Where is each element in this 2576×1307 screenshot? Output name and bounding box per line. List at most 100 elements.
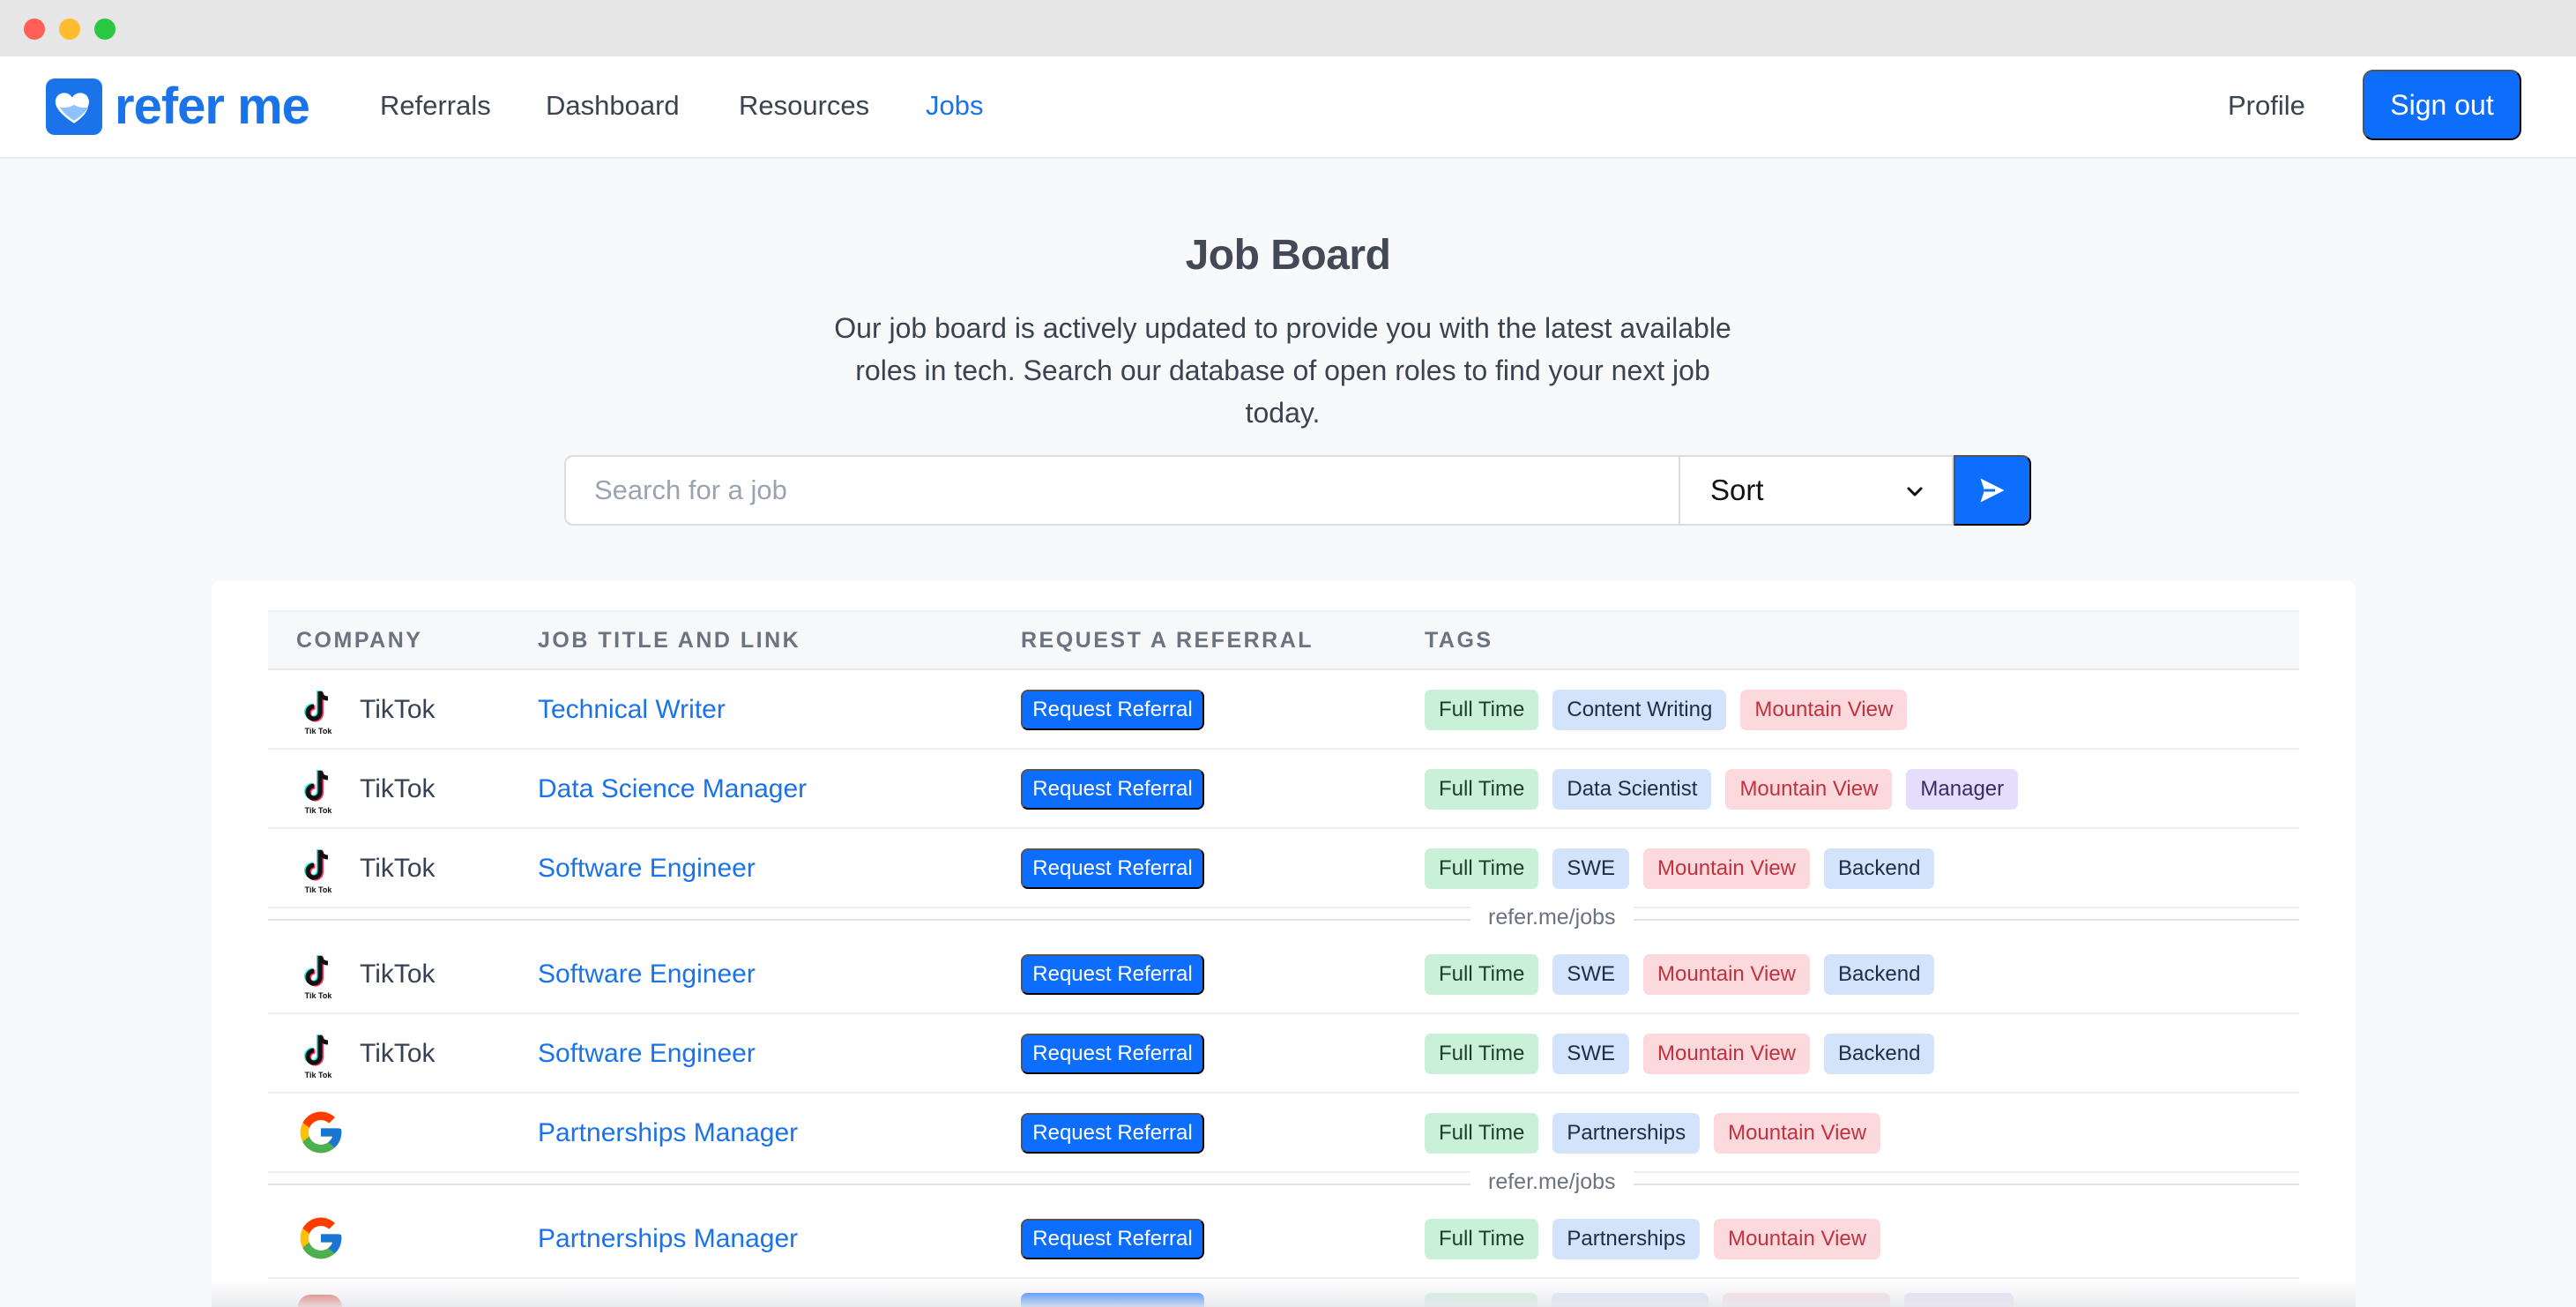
close-window-button[interactable] — [24, 19, 45, 40]
tag-list: Full Time SWE Mountain View Backend — [1425, 1034, 1935, 1074]
tiktok-logo-icon: Tik Tok — [296, 1032, 340, 1079]
tag-list: Full Time SWE Mountain View Backend — [1425, 848, 1935, 889]
job-tag: Partnerships — [1552, 1113, 1701, 1154]
divider-label: refer.me/jobs — [1470, 1169, 1634, 1195]
tag-list: Full Time Data Scientist Mountain View Mana… — [1425, 769, 2019, 810]
job-tag: Full Time — [1425, 1219, 1539, 1259]
job-title-link[interactable]: Software Engineer — [538, 960, 756, 990]
chevron-down-icon — [1907, 487, 1923, 497]
job-tag: Full Time — [1425, 690, 1539, 730]
tag-list: Full Time SWE Mountain View Backend — [1425, 954, 1935, 995]
job-tag: Mountain View — [1643, 1034, 1811, 1074]
company-name: TikTok — [360, 774, 436, 803]
tiktok-logo-icon: Tik Tok — [296, 767, 340, 815]
request-referral-button[interactable]: Request Referral — [1021, 1113, 1204, 1154]
job-tag: SWE — [1552, 1034, 1630, 1074]
job-tag: SWE — [1552, 954, 1630, 995]
sort-select[interactable]: Sort — [1679, 455, 1954, 526]
sort-select-label: Sort — [1710, 474, 1764, 506]
nav-link-resources[interactable]: Resources — [739, 86, 869, 125]
job-search-input[interactable] — [564, 455, 1679, 526]
page-title: Job Board — [1185, 232, 1391, 279]
svg-text:Tik Tok: Tik Tok — [305, 885, 333, 894]
job-tag: SWE — [1552, 848, 1630, 889]
nav-link-jobs[interactable]: Jobs — [926, 86, 983, 125]
nav-link-referrals[interactable]: Referrals — [380, 86, 491, 125]
company-name: TikTok — [360, 960, 436, 989]
job-tag: Full Time — [1425, 954, 1539, 995]
job-tag: Mountain View — [1643, 848, 1811, 889]
job-tag: Mountain View — [1714, 1219, 1881, 1259]
table-row: Tik Tok TikTok Software Engineer Request Re… — [268, 1014, 2299, 1094]
job-tag: Mountain View — [1714, 1113, 1881, 1154]
heart-logo-icon — [46, 78, 102, 135]
brand-logo[interactable]: refer me — [46, 76, 310, 138]
tiktok-logo-icon: Tik Tok — [296, 952, 340, 1000]
request-referral-button[interactable]: Request Referral — [1021, 1034, 1204, 1074]
job-tag: Full Time — [1425, 769, 1539, 810]
section-divider: refer.me/jobs — [268, 1169, 2299, 1195]
request-referral-button[interactable]: Request Referral — [1021, 1219, 1204, 1259]
company-name: TikTok — [360, 1039, 436, 1068]
send-arrow-icon — [1980, 478, 2005, 503]
request-referral-button[interactable]: Request Referral — [1021, 769, 1204, 810]
sign-out-button[interactable]: Sign out — [2363, 70, 2521, 140]
tiktok-logo-icon: Tik Tok — [296, 688, 340, 736]
column-header-job-title: Job Title and Link — [538, 628, 801, 653]
tag-list: Full Time Partnerships Mountain View — [1425, 1113, 1881, 1154]
job-tag: Data Scientist — [1552, 769, 1712, 810]
profile-link[interactable]: Profile — [2228, 86, 2305, 125]
table-row: Tik Tok TikTok Data Science Manager Request… — [268, 750, 2299, 829]
tag-list: Full Time Content Writing Mountain View — [1425, 690, 1908, 730]
page-subtitle: Our job board is actively updated to pro… — [834, 312, 1731, 429]
job-tag: Mountain View — [1725, 769, 1893, 810]
table-row: Tik Tok TikTok Software Engineer Request Re… — [268, 829, 2299, 908]
nav-link-dashboard[interactable]: Dashboard — [546, 86, 680, 125]
company-name: TikTok — [360, 854, 436, 883]
section-divider: refer.me/jobs — [268, 905, 2299, 930]
svg-text:Tik Tok: Tik Tok — [305, 727, 333, 736]
request-referral-button[interactable]: Request Referral — [1021, 848, 1204, 889]
divider-label: refer.me/jobs — [1470, 905, 1634, 930]
tag-list: Full Time Partnerships Mountain View — [1425, 1219, 1881, 1259]
tiktok-logo-icon: Tik Tok — [296, 847, 340, 894]
job-tag: Backend — [1824, 1034, 1935, 1074]
job-title-link[interactable]: Software Engineer — [538, 1039, 756, 1069]
window-titlebar — [0, 0, 2576, 56]
svg-text:Tik Tok: Tik Tok — [305, 806, 333, 815]
job-tag: Full Time — [1425, 848, 1539, 889]
table-header: Company Job Title and Link Request a Ref… — [268, 610, 2299, 670]
column-header-tags: Tags — [1425, 628, 1493, 653]
search-submit-button[interactable] — [1954, 455, 2031, 526]
svg-text:Tik Tok: Tik Tok — [305, 1071, 333, 1079]
company-name: TikTok — [360, 695, 436, 724]
table-row: Tik Tok TikTok Technical Writer Request Ref… — [268, 670, 2299, 750]
job-title-link[interactable]: Software Engineer — [538, 854, 756, 884]
job-tag: Full Time — [1425, 1113, 1539, 1154]
job-tag: Manager — [1906, 769, 2019, 810]
job-tag: Mountain View — [1643, 954, 1811, 995]
table-row: Partnerships Manager Request Referral Full… — [268, 1094, 2299, 1173]
brand-name: refer me — [115, 78, 310, 135]
job-tag: Backend — [1824, 954, 1935, 995]
column-header-request-referral: Request a Referral — [1021, 628, 1314, 653]
maximize-window-button[interactable] — [94, 19, 115, 40]
minimize-window-button[interactable] — [59, 19, 80, 40]
request-referral-button[interactable]: Request Referral — [1021, 954, 1204, 995]
job-tag: Full Time — [1425, 1034, 1539, 1074]
svg-text:Tik Tok: Tik Tok — [305, 991, 333, 1000]
table-row: Tik Tok TikTok Software Engineer Request Re… — [268, 935, 2299, 1014]
job-title-link[interactable]: Data Science Manager — [538, 774, 807, 804]
request-referral-button[interactable]: Request Referral — [1021, 690, 1204, 730]
google-logo-icon — [296, 1108, 342, 1155]
top-navbar: refer me Referrals Dashboard Resources J… — [0, 56, 2576, 159]
job-tag: Content Writing — [1552, 690, 1727, 730]
job-title-link[interactable]: Partnerships Manager — [538, 1224, 798, 1254]
job-tag: Backend — [1824, 848, 1935, 889]
job-title-link[interactable]: Partnerships Manager — [538, 1118, 798, 1148]
google-logo-icon — [296, 1214, 342, 1261]
column-header-company: Company — [296, 628, 423, 653]
job-tag: Mountain View — [1740, 690, 1908, 730]
scroll-fade — [212, 1281, 2356, 1307]
job-title-link[interactable]: Technical Writer — [538, 695, 726, 725]
